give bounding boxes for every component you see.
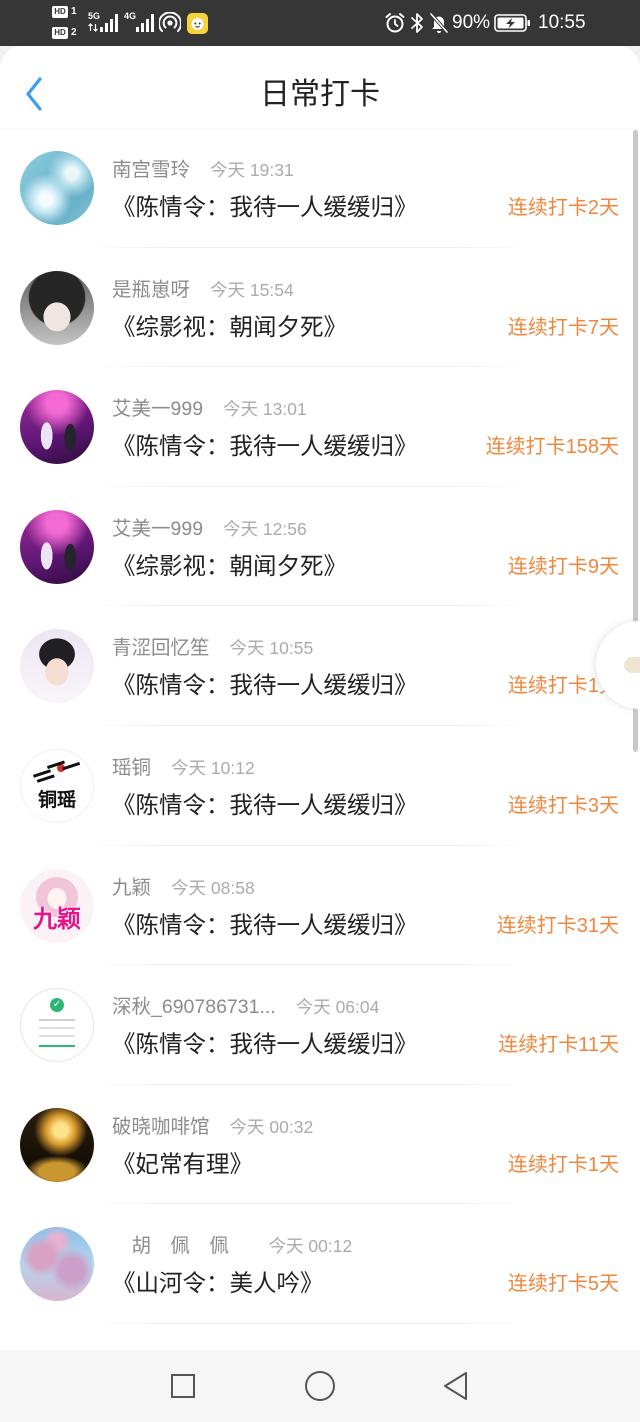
checkin-list-item[interactable]: 铜瑶 瑶铜 今天 10:12 《陈情令：我待一人缓缓归》 连续打卡3天	[0, 726, 640, 846]
book-title[interactable]: 《陈情令：我待一人缓缓归》	[112, 432, 418, 460]
clock: 10:55	[538, 12, 586, 33]
checkin-time: 今天 10:12	[171, 757, 255, 778]
page-title: 日常打卡	[260, 78, 380, 111]
user-name: 艾美一999	[112, 517, 204, 540]
checkin-list-item[interactable]: 南宫雪玲 今天 19:31 《陈情令：我待一人缓缓归》 连续打卡2天	[0, 128, 640, 248]
user-info-line: 九颖 今天 08:58	[112, 875, 255, 901]
user-avatar[interactable]	[20, 390, 94, 465]
user-info-line: 艾美一999 今天 13:01	[112, 396, 307, 422]
checkin-time: 今天 13:01	[223, 399, 307, 420]
streak-badge: 连续打卡7天	[507, 316, 619, 339]
user-avatar[interactable]	[20, 151, 94, 225]
hotspot-icon	[159, 12, 181, 32]
sim2-hd-badge: HD	[52, 27, 68, 39]
user-name: 艾美一999	[112, 398, 204, 421]
checkin-list-item[interactable]: 破晓咖啡馆 今天 00:32 《妃常有理》 连续打卡1天	[0, 1085, 640, 1205]
checkin-time: 今天 00:12	[268, 1236, 353, 1257]
user-info-line: 艾美一999 今天 12:56	[112, 516, 307, 542]
book-title[interactable]: 《综影视：朝闻夕死》	[112, 552, 347, 580]
sim1-number: 1	[71, 6, 77, 17]
user-avatar[interactable]	[20, 1227, 94, 1302]
book-title[interactable]: 《综影视：朝闻夕死》	[112, 313, 347, 341]
user-info-line: 是瓶崽呀 今天 15:54	[112, 277, 294, 303]
floating-button-icon	[624, 657, 640, 673]
book-title[interactable]: 《陈情令：我待一人缓缓归》	[112, 193, 418, 221]
book-title[interactable]: 《陈情令：我待一人缓缓归》	[112, 1030, 418, 1058]
user-info-line: 深秋_690786731... 今天 06:04	[112, 994, 379, 1020]
battery-charging-icon	[494, 14, 530, 32]
user-info-line: 胡 佩 佩 今天 00:12	[112, 1233, 353, 1259]
signal-icon	[100, 14, 118, 32]
user-info-line: 青涩回忆笙 今天 10:55	[112, 635, 313, 661]
user-name: 深秋_690786731...	[112, 996, 276, 1019]
user-info-line: 瑶铜 今天 10:12	[112, 755, 255, 781]
checkin-time: 今天 12:56	[223, 518, 307, 539]
user-avatar[interactable]: 九颖	[20, 868, 94, 943]
avatar-logo-text: 铜瑶	[37, 788, 76, 811]
user-name: 胡 佩 佩	[112, 1235, 249, 1258]
book-title[interactable]: 《陈情令：我待一人缓缓归》	[112, 911, 418, 939]
checkin-time: 今天 19:31	[210, 160, 294, 180]
user-name: 是瓶崽呀	[112, 278, 191, 301]
user-name: 青涩回忆笙	[112, 637, 210, 660]
streak-badge: 连续打卡9天	[507, 555, 619, 578]
checkin-list-item[interactable]: 九颖 九颖 今天 08:58 《陈情令：我待一人缓缓归》 连续打卡31天	[0, 846, 640, 966]
signal-icon	[136, 14, 154, 32]
streak-badge: 连续打卡31天	[496, 914, 619, 937]
checkin-time: 今天 06:04	[295, 997, 380, 1018]
sim1-hd-badge: HD	[52, 6, 68, 18]
sim1-network-type: 5G	[88, 11, 101, 21]
user-info-line: 破晓咖啡馆 今天 00:32	[112, 1114, 313, 1140]
navigation-bar	[0, 1350, 640, 1422]
checkin-list-item[interactable]: 艾美一999 今天 13:01 《陈情令：我待一人缓缓归》 连续打卡158天	[0, 367, 640, 487]
bluetooth-icon	[411, 13, 423, 33]
status-bar: HD 1 HD 2 5G 4G 90% 10:55	[0, 0, 640, 46]
streak-badge: 连续打卡1天	[507, 1153, 619, 1176]
streak-badge: 连续打卡2天	[507, 197, 619, 219]
mute-icon	[429, 12, 449, 34]
checkin-list-item[interactable]: 艾美一999 今天 12:56 《综影视：朝闻夕死》 连续打卡9天	[0, 487, 640, 607]
checkin-list[interactable]: 南宫雪玲 今天 19:31 《陈情令：我待一人缓缓归》 连续打卡2天 是瓶崽呀 今天…	[0, 128, 640, 1350]
user-name: 瑶铜	[112, 756, 152, 779]
divider	[90, 1322, 530, 1324]
app-notification-icon	[187, 13, 208, 34]
user-info-line: 南宫雪玲 今天 19:31	[112, 157, 294, 183]
checkin-list-item[interactable]: 胡 佩 佩 今天 00:12 《山河令：美人吟》 连续打卡5天	[0, 1204, 640, 1324]
checkin-list-item[interactable]: 青涩回忆笙 今天 10:55 《陈情令：我待一人缓缓归》 连续打卡1天	[0, 606, 640, 726]
battery-percentage: 90%	[452, 12, 491, 33]
alarm-icon	[385, 13, 405, 33]
checkin-time: 今天 15:54	[210, 279, 294, 300]
streak-badge: 连续打卡158天	[485, 436, 619, 459]
user-name: 九颖	[112, 876, 152, 899]
user-avatar[interactable]	[20, 988, 94, 1063]
back-icon[interactable]	[440, 1370, 470, 1402]
data-arrows-icon	[88, 23, 98, 32]
avatar-logo-text: 九颖	[33, 905, 81, 933]
book-title[interactable]: 《陈情令：我待一人缓缓归》	[112, 791, 418, 819]
checkin-time: 今天 00:32	[229, 1116, 314, 1137]
user-name: 南宫雪玲	[112, 159, 191, 181]
user-avatar[interactable]: 铜瑶	[20, 748, 94, 823]
user-name: 破晓咖啡馆	[112, 1115, 210, 1138]
sim2-number: 2	[71, 27, 77, 38]
user-avatar[interactable]	[20, 509, 94, 584]
book-title[interactable]: 《山河令：美人吟》	[112, 1269, 324, 1297]
checkin-time: 今天 08:58	[171, 877, 255, 898]
user-avatar[interactable]	[20, 270, 94, 345]
checkin-list-item[interactable]: 是瓶崽呀 今天 15:54 《综影视：朝闻夕死》 连续打卡7天	[0, 248, 640, 368]
checkin-time: 今天 10:55	[229, 638, 314, 659]
streak-badge: 连续打卡11天	[498, 1034, 619, 1057]
page-header: 日常打卡	[0, 46, 640, 128]
streak-badge: 连续打卡3天	[507, 794, 619, 817]
sim2-network-type: 4G	[124, 11, 137, 21]
user-avatar[interactable]	[20, 629, 94, 704]
home-icon[interactable]	[304, 1370, 336, 1402]
checkin-list-item[interactable]: 深秋_690786731... 今天 06:04 《陈情令：我待一人缓缓归》 连续…	[0, 965, 640, 1085]
book-title[interactable]: 《陈情令：我待一人缓缓归》	[112, 671, 418, 699]
user-avatar[interactable]	[20, 1107, 94, 1182]
book-title[interactable]: 《妃常有理》	[112, 1150, 253, 1178]
streak-badge: 连续打卡5天	[507, 1273, 619, 1296]
recent-apps-icon[interactable]	[169, 1372, 197, 1400]
